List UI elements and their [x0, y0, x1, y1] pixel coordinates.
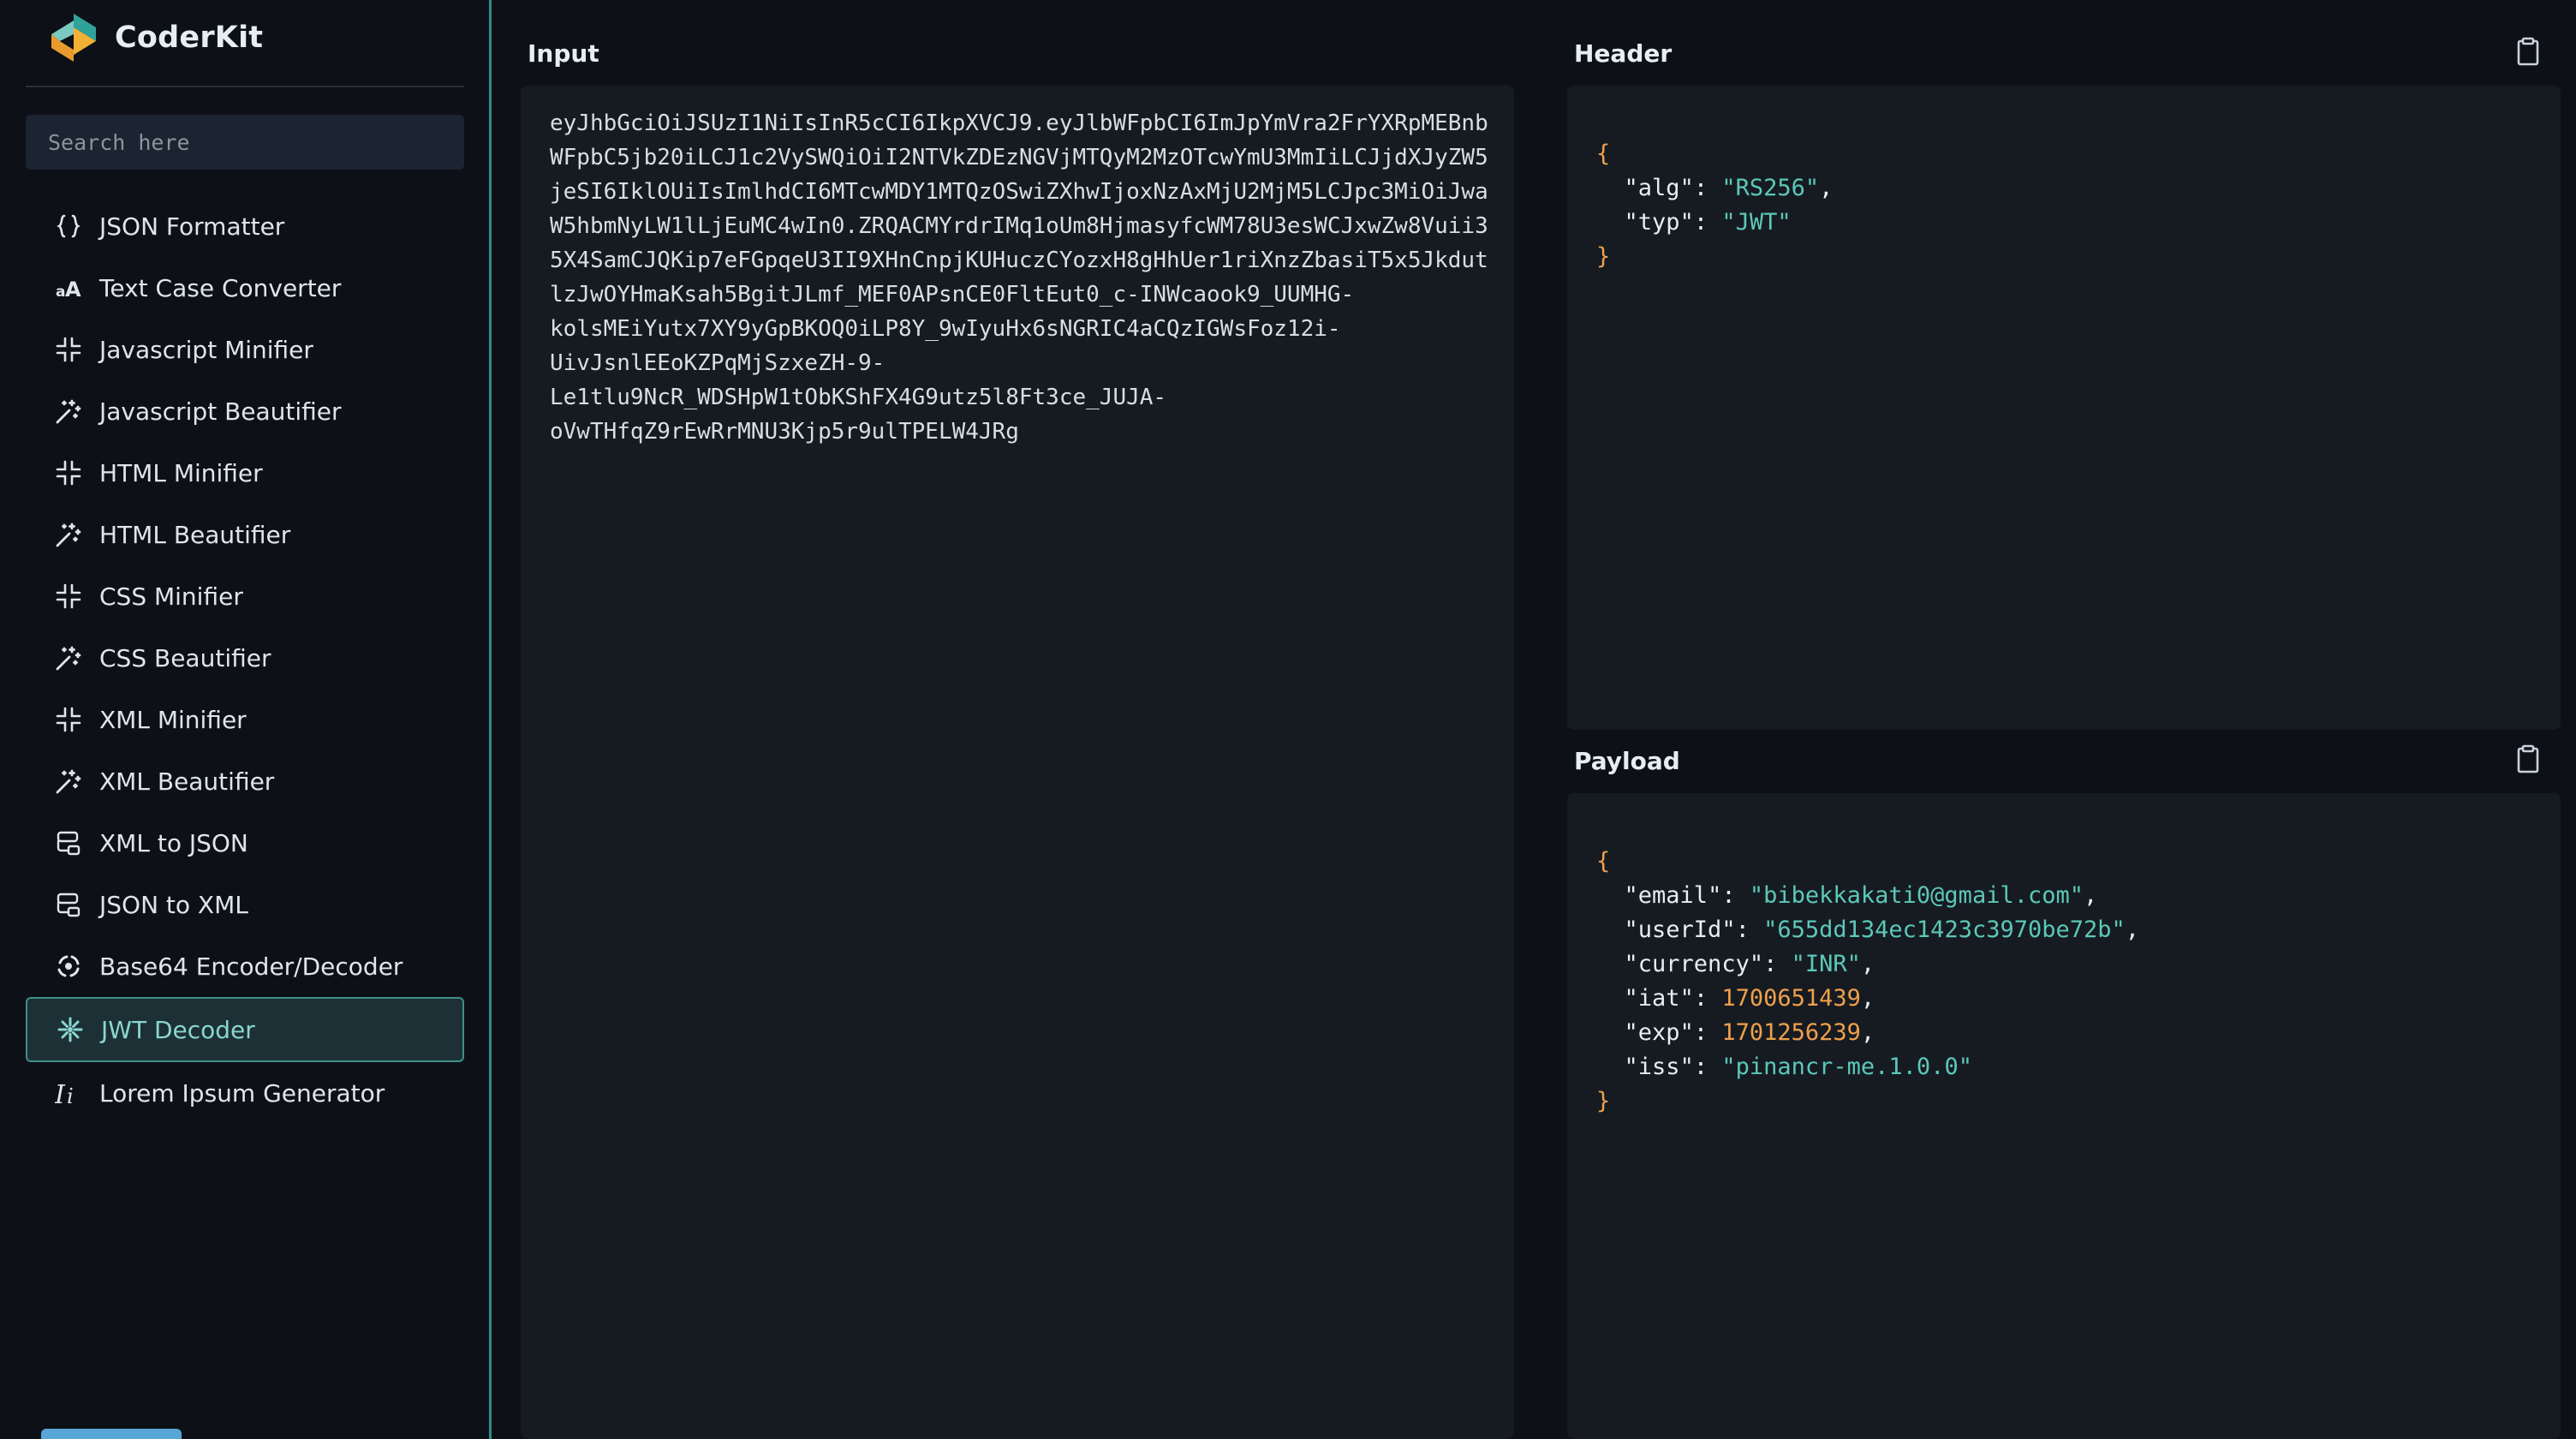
minify-icon	[55, 336, 82, 363]
sidebar-item-label: HTML Minifier	[99, 458, 263, 487]
copy-header-button[interactable]	[2513, 36, 2543, 67]
magic-wand-icon	[55, 397, 82, 425]
clipboard-icon	[2517, 744, 2539, 773]
svg-text:i: i	[67, 1084, 74, 1107]
sidebar-item-label: JWT Decoder	[101, 1015, 255, 1044]
sidebar-item-xml-minifier[interactable]: XML Minifier	[26, 689, 464, 750]
sidebar-item-label: XML to JSON	[99, 828, 248, 857]
header-panel: { "alg": "RS256", "typ": "JWT" }	[1567, 86, 2561, 730]
coderkit-logo-icon	[51, 14, 96, 62]
magic-wand-icon	[55, 644, 82, 672]
svg-text:A: A	[65, 278, 81, 302]
sidebar-item-label: JSON Formatter	[99, 212, 285, 241]
input-panel[interactable]: eyJhbGciOiJSUzI1NiIsInR5cCI6IkpXVCJ9.eyJ…	[521, 86, 1514, 1439]
json-line: "iss": "pinancr-me.1.0.0"	[1624, 1054, 1972, 1080]
header-json: { "alg": "RS256", "typ": "JWT" }	[1596, 140, 1834, 270]
sidebar-item-label: CSS Minifier	[99, 582, 243, 611]
json-line: "typ": "JWT"	[1624, 209, 1792, 236]
sidebar-item-label: XML Minifier	[99, 705, 247, 734]
input-panel-title: Input	[528, 39, 599, 68]
sidebar-item-label: CSS Beautifier	[99, 643, 271, 672]
sidebar-item-xml-beautifier[interactable]: XML Beautifier	[26, 750, 464, 812]
sidebar-item-text-case-converter[interactable]: aA Text Case Converter	[26, 257, 464, 319]
sidebar-item-label: Javascript Minifier	[99, 335, 313, 364]
payload-json: { "email": "bibekkakati0@gmail.com", "us…	[1596, 848, 2140, 1114]
sidebar-item-base64-encoder-decoder[interactable]: Base64 Encoder/Decoder	[26, 935, 464, 997]
sidebar-item-label: Lorem Ipsum Generator	[99, 1078, 385, 1108]
header-panel-title: Header	[1574, 39, 1673, 68]
payload-panel-title: Payload	[1574, 747, 1680, 775]
svg-text:I: I	[55, 1080, 66, 1107]
sidebar-item-css-beautifier[interactable]: CSS Beautifier	[26, 627, 464, 689]
sidebar-item-css-minifier[interactable]: CSS Minifier	[26, 565, 464, 627]
magic-wand-icon	[55, 521, 82, 548]
json-line: "email": "bibekkakati0@gmail.com",	[1624, 882, 2098, 909]
sidebar-item-label: XML Beautifier	[99, 767, 275, 796]
italic-icon: Ii	[55, 1079, 82, 1107]
brand-name: CoderKit	[115, 21, 264, 55]
app-window: CoderKit JSON Formatter aA Text Case Con…	[0, 0, 2576, 1439]
jwt-input-textarea[interactable]: eyJhbGciOiJSUzI1NiIsInR5cCI6IkpXVCJ9.eyJ…	[550, 106, 1492, 449]
minify-icon	[55, 582, 82, 610]
sidebar-item-json-to-xml[interactable]: JSON to XML	[26, 874, 464, 935]
sidebar-item-json-formatter[interactable]: JSON Formatter	[26, 195, 464, 257]
svg-text:a: a	[56, 284, 65, 301]
braces-icon	[55, 212, 82, 240]
base64-icon	[55, 952, 82, 980]
text-case-icon: aA	[55, 274, 82, 302]
sidebar-item-xml-to-json[interactable]: XML to JSON	[26, 812, 464, 874]
sidebar-item-html-beautifier[interactable]: HTML Beautifier	[26, 504, 464, 565]
sidebar-item-label: HTML Beautifier	[99, 520, 291, 549]
json-line: "userId": "655dd134ec1423c3970be72b",	[1624, 917, 2140, 943]
json-line: "exp": 1701256239,	[1624, 1019, 1875, 1046]
magic-wand-icon	[55, 767, 82, 795]
sidebar-item-label: Text Case Converter	[99, 273, 342, 302]
sidebar-item-html-minifier[interactable]: HTML Minifier	[26, 442, 464, 504]
sidebar-item-label: JSON to XML	[99, 890, 248, 919]
sidebar-item-label: Base64 Encoder/Decoder	[99, 952, 403, 981]
search-input[interactable]	[26, 115, 464, 170]
brand[interactable]: CoderKit	[48, 12, 263, 63]
sidebar-item-javascript-beautifier[interactable]: Javascript Beautifier	[26, 380, 464, 442]
minify-icon	[55, 459, 82, 487]
clipboard-icon	[2517, 37, 2539, 66]
json-line: "iat": 1700651439,	[1624, 985, 1875, 1012]
json-line: "currency": "INR",	[1624, 951, 1875, 977]
jwt-icon	[57, 1016, 84, 1043]
copy-payload-button[interactable]	[2513, 743, 2543, 774]
sidebar-item-label: Javascript Beautifier	[99, 397, 342, 426]
sidebar-divider	[26, 86, 464, 87]
sidebar-nav: JSON Formatter aA Text Case Converter Ja…	[26, 195, 464, 1124]
sidebar-footer-button[interactable]	[41, 1429, 182, 1439]
sidebar-item-javascript-minifier[interactable]: Javascript Minifier	[26, 319, 464, 380]
sidebar-item-lorem-ipsum-generator[interactable]: Ii Lorem Ipsum Generator	[26, 1062, 464, 1124]
sidebar-item-jwt-decoder[interactable]: JWT Decoder	[26, 997, 464, 1062]
payload-panel: { "email": "bibekkakati0@gmail.com", "us…	[1567, 793, 2561, 1439]
convert-icon	[55, 829, 82, 857]
convert-icon	[55, 891, 82, 918]
json-line: "alg": "RS256",	[1624, 175, 1834, 201]
minify-icon	[55, 706, 82, 733]
sidebar: CoderKit JSON Formatter aA Text Case Con…	[0, 0, 492, 1439]
